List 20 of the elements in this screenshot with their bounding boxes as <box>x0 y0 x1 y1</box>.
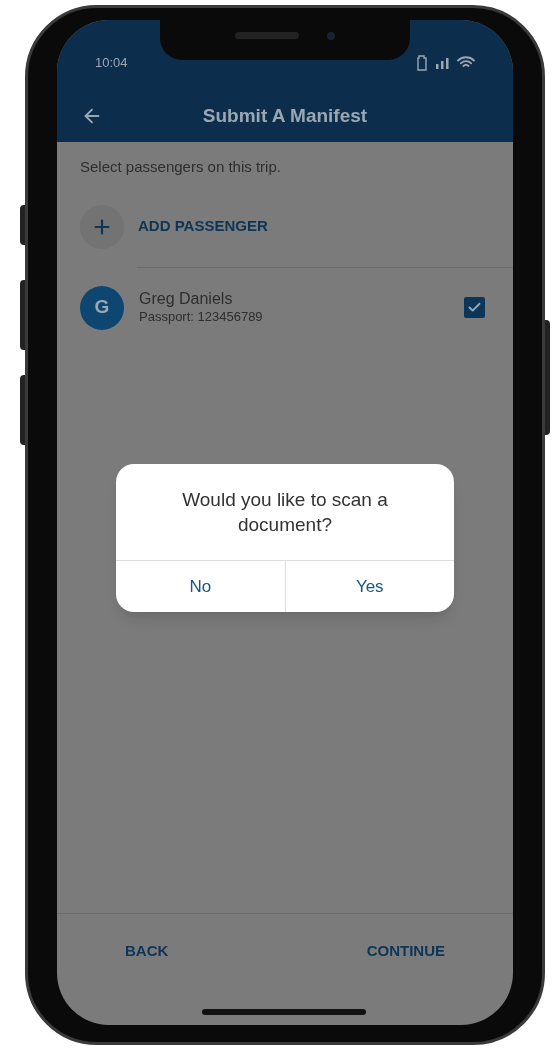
back-button[interactable]: BACK <box>125 940 169 960</box>
status-time: 10:04 <box>95 53 128 72</box>
add-passenger-button[interactable]: ADD PASSENGER <box>80 204 513 249</box>
passenger-checkbox[interactable] <box>464 297 485 318</box>
plus-icon <box>80 204 124 249</box>
avatar: G <box>80 285 124 330</box>
instruction-text: Select passengers on this trip. <box>79 157 282 177</box>
screen-title: Submit A Manifest <box>202 103 368 128</box>
camera-lens <box>327 32 335 40</box>
battery-icon <box>417 54 427 71</box>
passenger-detail: Passport: 123456789 <box>139 309 264 326</box>
passenger-name: Greg Daniels <box>139 289 234 310</box>
signal-icon <box>435 56 449 69</box>
check-icon <box>467 300 482 315</box>
continue-button[interactable]: CONTINUE <box>366 940 445 960</box>
yes-button[interactable]: Yes <box>285 561 454 612</box>
wifi-icon <box>457 56 475 69</box>
no-button[interactable]: No <box>116 561 286 612</box>
dialog-message: Would you like to scan a document? <box>181 488 389 537</box>
speaker-grille <box>235 32 299 39</box>
